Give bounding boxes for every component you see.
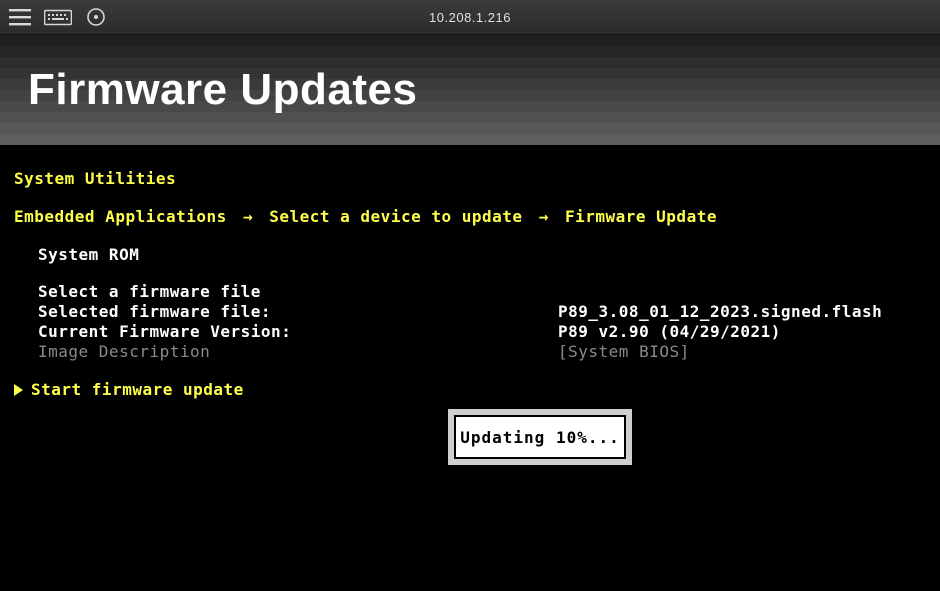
keyboard-icon[interactable]: [44, 5, 72, 29]
current-version-value: P89 v2.90 (04/29/2021): [558, 322, 926, 342]
selected-file-value: P89_3.08_01_12_2023.signed.flash: [558, 302, 926, 322]
breadcrumb: Embedded Applications → Select a device …: [14, 207, 926, 227]
breadcrumb-item[interactable]: Embedded Applications: [14, 207, 227, 226]
disc-icon[interactable]: [82, 5, 110, 29]
menu-icon[interactable]: [6, 5, 34, 29]
bios-screen: System Utilities Embedded Applications →…: [0, 145, 940, 400]
selected-file-label: Selected firmware file:: [38, 302, 558, 322]
arrow-icon: →: [533, 207, 555, 226]
page-header: Firmware Updates: [0, 35, 940, 145]
play-icon: [14, 384, 23, 396]
progress-dialog: Updating 10%...: [447, 408, 633, 466]
arrow-icon: →: [237, 207, 259, 226]
section-title: System Utilities: [14, 169, 926, 189]
current-version-label: Current Firmware Version:: [38, 322, 558, 342]
image-description-label: Image Description: [38, 342, 558, 362]
kvm-toolbar: 10.208.1.216: [0, 0, 940, 35]
start-firmware-update[interactable]: Start firmware update: [14, 380, 926, 400]
breadcrumb-item[interactable]: Firmware Update: [565, 207, 717, 226]
image-description-value: [System BIOS]: [558, 342, 926, 362]
page-title: Firmware Updates: [28, 65, 417, 115]
start-firmware-update-label: Start firmware update: [31, 380, 244, 400]
breadcrumb-item[interactable]: Select a device to update: [269, 207, 522, 226]
remote-ip: 10.208.1.216: [429, 10, 511, 25]
select-file-label[interactable]: Select a firmware file: [38, 282, 558, 302]
progress-text: Updating 10%...: [454, 415, 626, 459]
device-name: System ROM: [38, 245, 926, 265]
